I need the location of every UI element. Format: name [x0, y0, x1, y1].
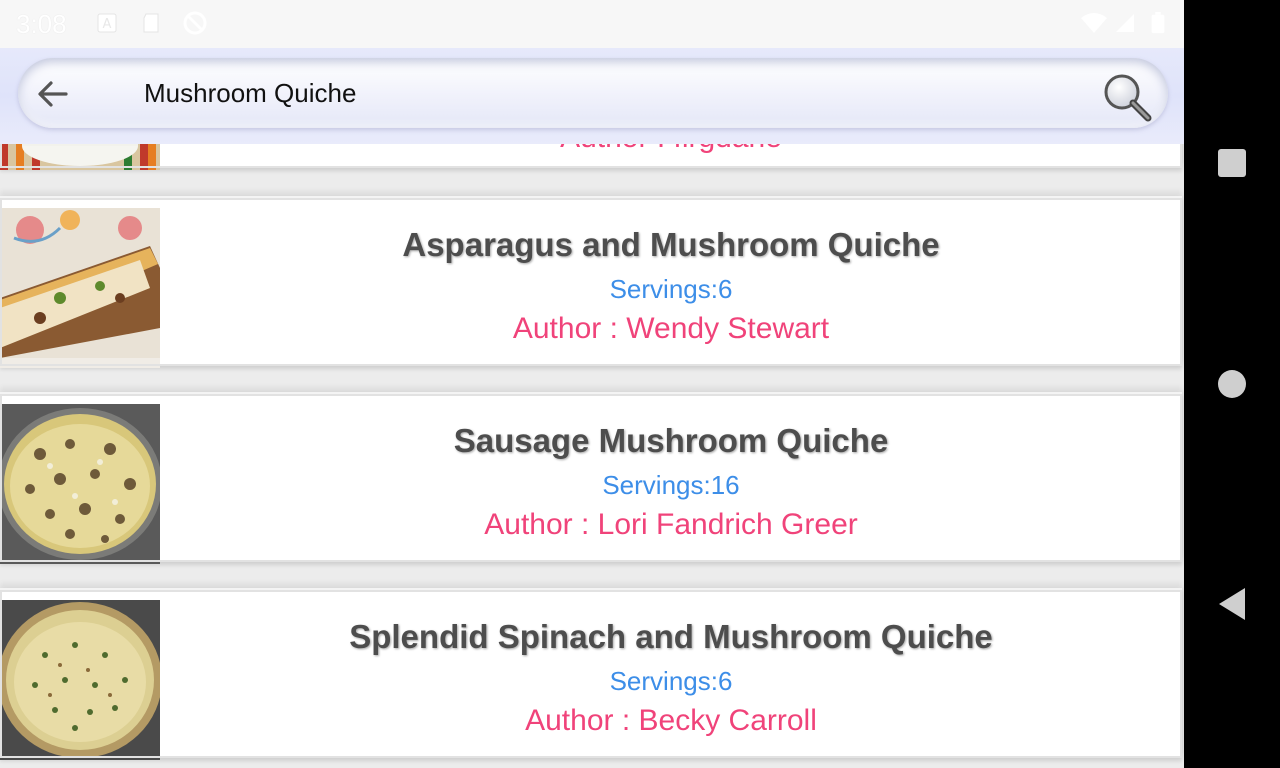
- recipe-text: Asparagus and Mushroom Quiche Servings:6…: [160, 198, 1182, 368]
- arrow-left-icon[interactable]: [32, 74, 72, 114]
- recipe-thumbnail: [0, 600, 160, 760]
- recipe-author: Author : Becky Carroll: [525, 704, 817, 737]
- sync-disabled-icon: [182, 10, 208, 36]
- recipe-servings: Servings:16: [602, 470, 740, 500]
- recipe-text: Sausage Mushroom Quiche Servings:16 Auth…: [160, 394, 1182, 564]
- search-input[interactable]: Mushroom Quiche: [144, 78, 356, 109]
- app-screen: Author : flrgdane Asparagus: [0, 0, 1184, 768]
- recipe-card[interactable]: Asparagus and Mushroom Quiche Servings:6…: [0, 196, 1182, 368]
- recipe-thumbnail: [0, 208, 160, 368]
- navigation-bar: [1184, 0, 1280, 768]
- status-time: 3:08: [16, 9, 67, 39]
- back-triangle-icon[interactable]: [1212, 584, 1252, 624]
- recipe-title: Sausage Mushroom Quiche: [453, 422, 889, 459]
- search-toolbar: Mushroom Quiche: [0, 48, 1184, 144]
- recipe-card[interactable]: Splendid Spinach and Mushroom Quiche Ser…: [0, 588, 1182, 760]
- recipe-servings: Servings:6: [609, 666, 733, 696]
- recents-square-icon[interactable]: [1212, 143, 1252, 183]
- recipe-text: Splendid Spinach and Mushroom Quiche Ser…: [160, 590, 1182, 760]
- magnifier-icon[interactable]: [1100, 70, 1154, 124]
- signal-icon: [1114, 12, 1136, 34]
- notification-a-icon: A: [96, 12, 118, 34]
- sd-card-icon: [140, 12, 162, 34]
- recipe-author: Author : Wendy Stewart: [512, 312, 830, 345]
- recipe-author: Author : Lori Fandrich Greer: [484, 508, 858, 541]
- wifi-icon: [1080, 12, 1108, 34]
- recipe-title: Asparagus and Mushroom Quiche: [402, 226, 940, 263]
- recipe-thumbnail: [0, 404, 160, 564]
- battery-icon: [1150, 12, 1166, 34]
- svg-text:A: A: [103, 17, 112, 32]
- recipe-servings: Servings:6: [609, 274, 733, 304]
- home-circle-icon[interactable]: [1212, 364, 1252, 404]
- recipe-card[interactable]: Sausage Mushroom Quiche Servings:16 Auth…: [0, 392, 1182, 564]
- recipe-title: Splendid Spinach and Mushroom Quiche: [349, 618, 993, 655]
- status-bar: 3:08 A: [0, 0, 1184, 48]
